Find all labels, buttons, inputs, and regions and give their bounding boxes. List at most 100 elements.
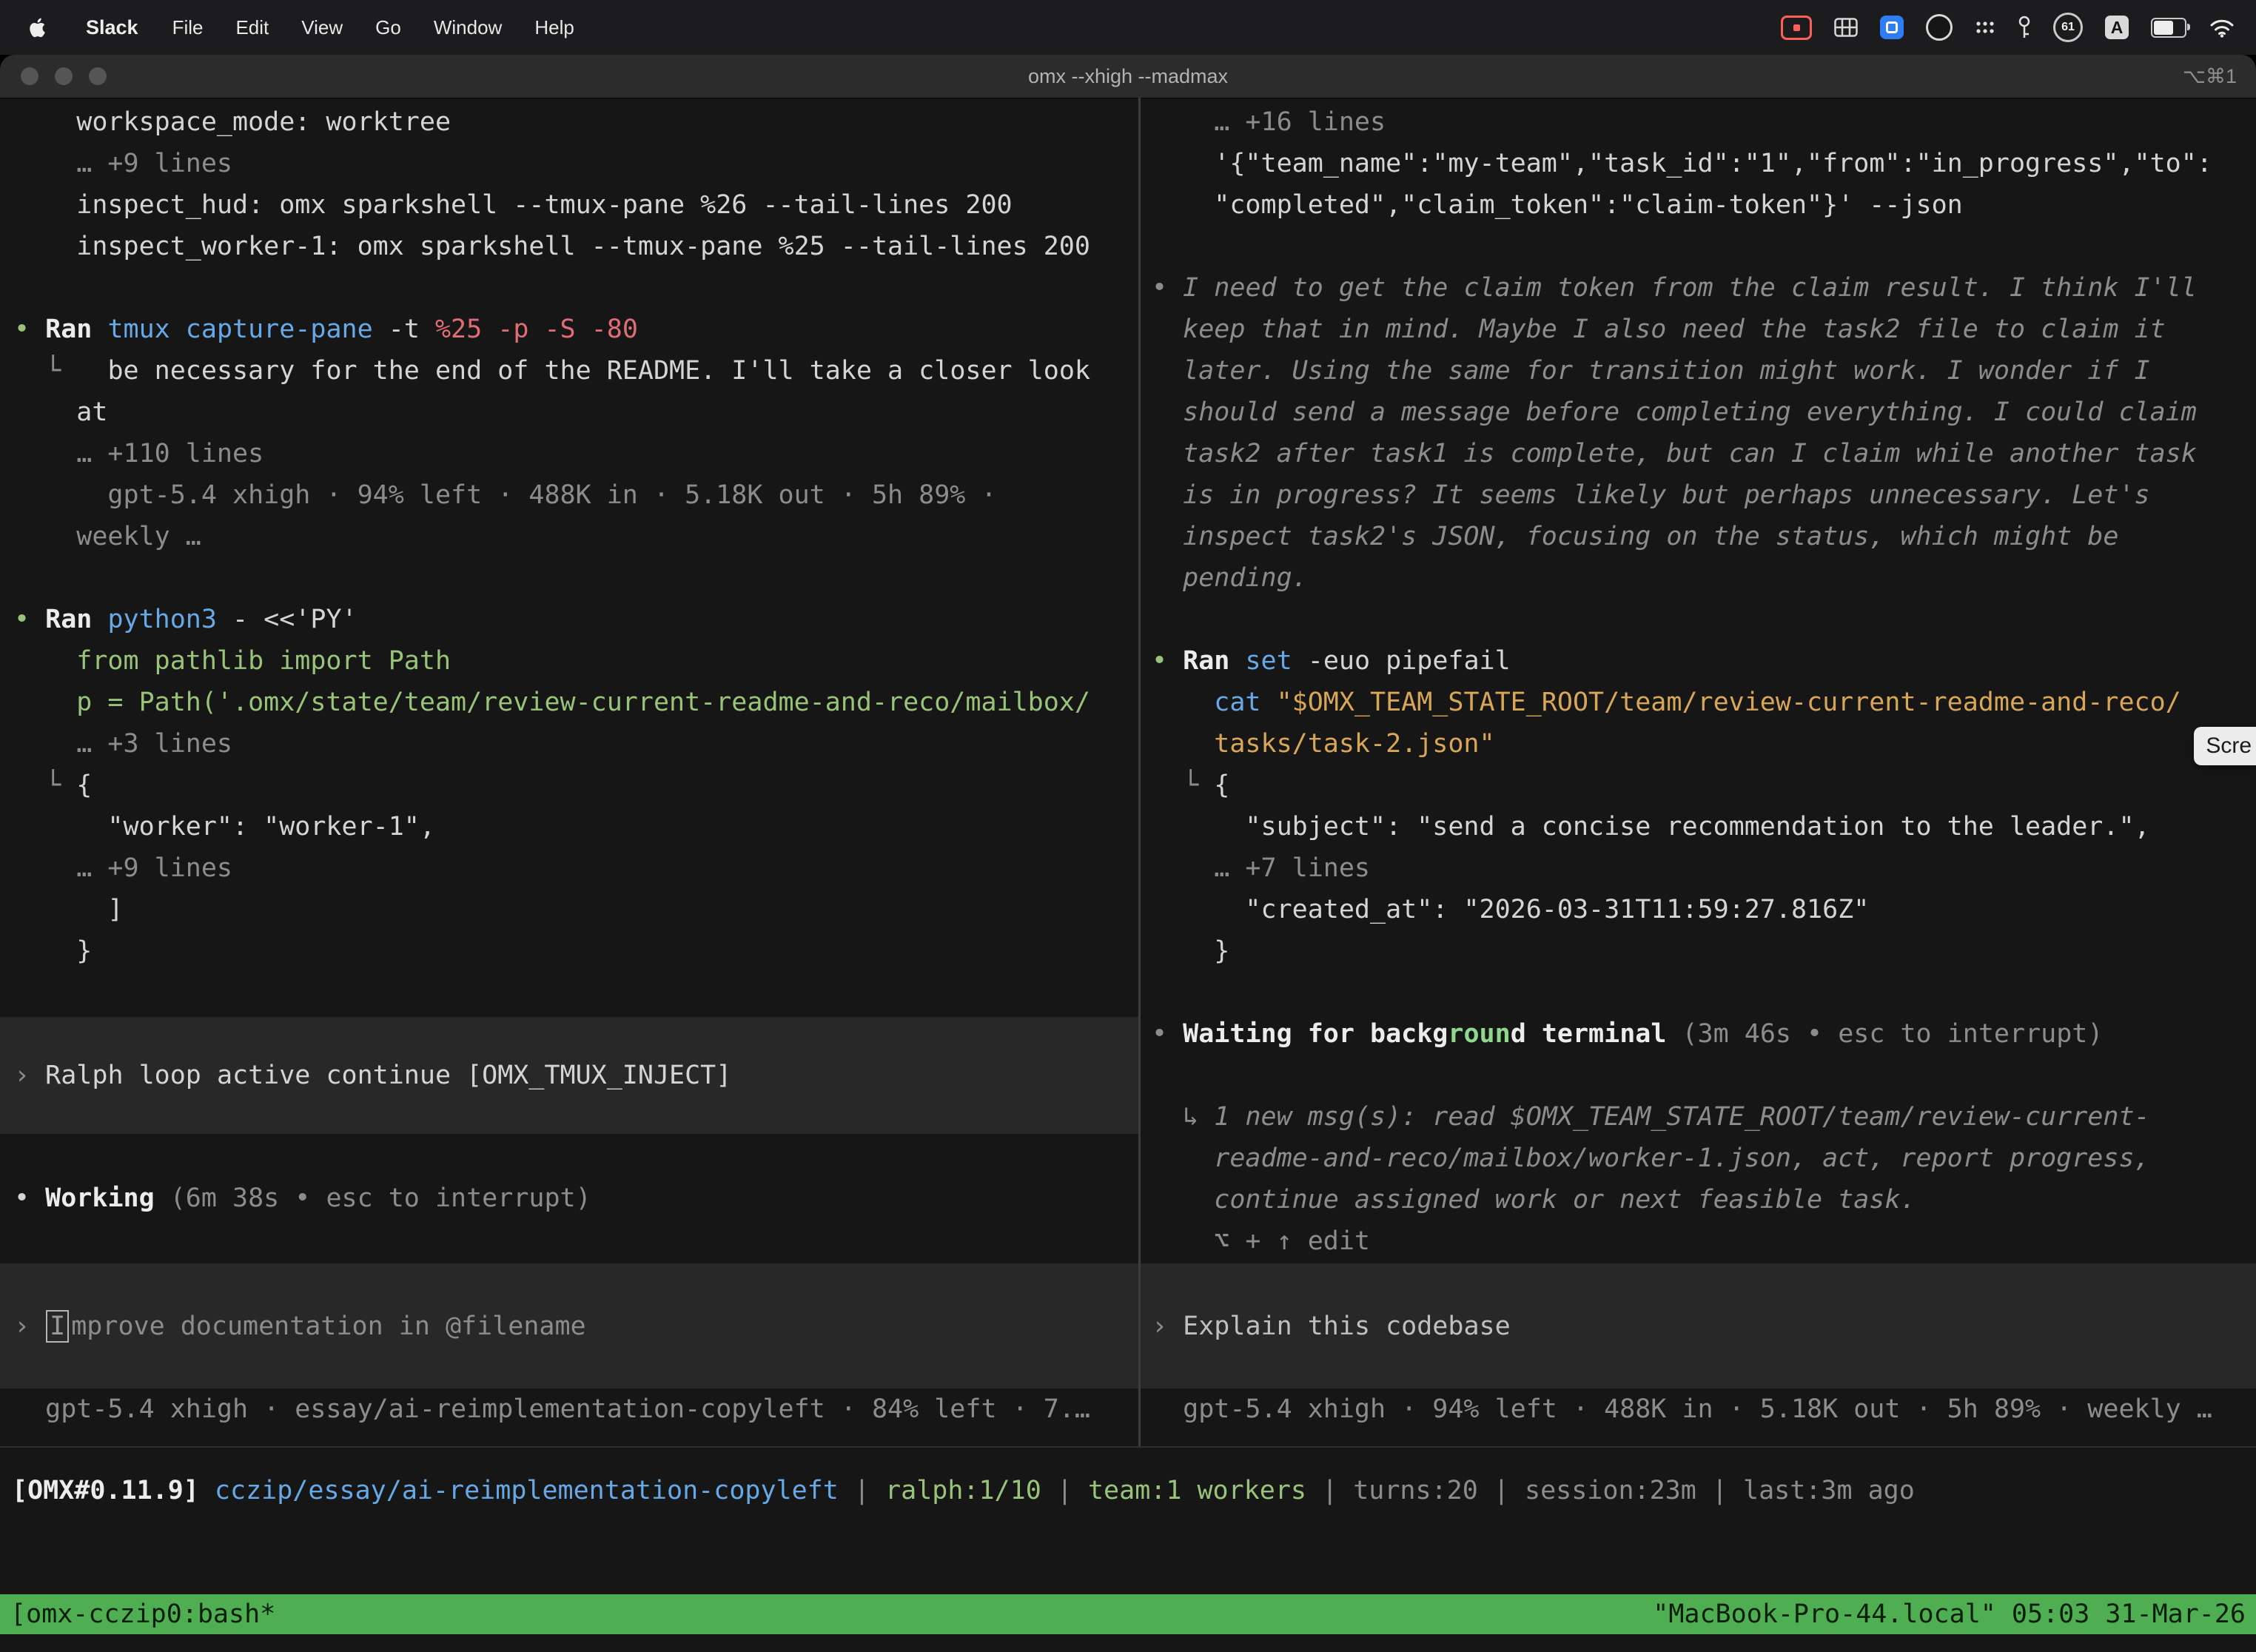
text-segment: | <box>839 1476 885 1505</box>
text-segment: Ran <box>45 605 107 634</box>
tmux-session-label: [omx-cczip0:bash* <box>10 1594 275 1635</box>
text-segment: task2 after task1 is complete, but can I… <box>1152 439 2197 469</box>
battery-icon[interactable] <box>2151 18 2186 38</box>
window-grid-icon[interactable] <box>1834 18 1858 37</box>
key-icon[interactable] <box>2018 16 2031 39</box>
text-segment: later. Using the same for transition mig… <box>1152 356 2150 386</box>
text-segment: } <box>14 936 92 966</box>
text-segment: "completed","claim_token":"claim-token"}… <box>1152 190 1963 220</box>
menu-file[interactable]: File <box>156 16 220 39</box>
text-segment: tmux capture-pane <box>107 315 388 344</box>
prompt-suggestion-strip[interactable]: › Explain this codebase <box>1141 1263 2256 1389</box>
terminal-line: readme-and-reco/mailbox/worker-1.json, a… <box>1141 1138 2256 1179</box>
terminal-line: … +3 lines <box>0 723 1138 765</box>
text-segment: - <<'PY' <box>232 605 357 634</box>
menu-view[interactable]: View <box>285 16 359 39</box>
text-segment: { <box>1214 770 1229 800</box>
round-app-icon[interactable] <box>1926 14 1953 41</box>
terminal-line: ] <box>0 889 1138 930</box>
text-segment: Waiting for backg <box>1183 1019 1448 1049</box>
terminal-line: p = Path('.omx/state/team/review-current… <box>0 682 1138 723</box>
prompt-suggestion-strip[interactable]: › Improve documentation in @filename <box>0 1263 1138 1389</box>
app-menu-slack[interactable]: Slack <box>68 16 156 39</box>
window-titlebar[interactable]: omx --xhigh --madmax ⌥⌘1 <box>0 55 2256 98</box>
menu-edit[interactable]: Edit <box>219 16 285 39</box>
text-segment: -euo pipefail <box>1308 646 1511 676</box>
text-segment: • <box>14 1183 45 1213</box>
terminal-line: inspect task2's JSON, focusing on the st… <box>1141 516 2256 557</box>
text-segment: ] <box>14 895 124 924</box>
terminal-line <box>1141 599 2256 640</box>
text-segment: session:23m <box>1525 1476 1696 1505</box>
text-segment: … +9 lines <box>14 149 232 178</box>
suggestion-line: › Explain this codebase <box>1141 1306 2256 1347</box>
pane-right[interactable]: … +16 lines '{"team_name":"my-team","tas… <box>1141 98 2256 1446</box>
terminal-line: workspace_mode: worktree <box>0 101 1138 143</box>
text-segment: … +3 lines <box>14 729 232 759</box>
terminal-line: is in progress? It seems likely but perh… <box>1141 474 2256 516</box>
text-segment: (6m 38s • esc to interrupt) <box>170 1183 591 1213</box>
text-segment: … +110 lines <box>14 439 263 469</box>
battery-percent-icon[interactable]: 61 <box>2053 13 2083 42</box>
text-segment: ⌥ + ↑ edit <box>1152 1226 1370 1256</box>
pane-left[interactable]: workspace_mode: worktree … +9 lines insp… <box>0 98 1138 1446</box>
text-segment: ↳ <box>1152 1102 1214 1132</box>
terminal-line: pending. <box>1141 557 2256 599</box>
screen-recording-icon[interactable] <box>1781 16 1812 40</box>
terminal-line: … +7 lines <box>1141 847 2256 889</box>
terminal-panes: workspace_mode: worktree … +9 lines insp… <box>0 98 2256 1448</box>
text-segment: inspect_hud: omx sparkshell --tmux-pane … <box>14 190 1013 220</box>
prompt-suggestion-strip[interactable]: › Ralph loop active continue [OMX_TMUX_I… <box>0 1017 1138 1134</box>
text-segment: at <box>14 397 107 427</box>
text-segment: • <box>1152 1019 1183 1049</box>
text-segment: keep that in mind. Maybe I also need the… <box>1152 315 2166 344</box>
terminal-line: └ { <box>0 765 1138 806</box>
dots-grid-icon[interactable] <box>1975 19 1995 36</box>
text-segment: Working <box>45 1183 170 1213</box>
omx-statusline: [OMX#0.11.9] cczip/essay/ai-reimplementa… <box>0 1470 2256 1511</box>
apple-menu-icon[interactable] <box>0 15 68 40</box>
wifi-icon[interactable] <box>2209 17 2235 38</box>
terminal-line <box>1141 972 2256 1013</box>
text-segment: › <box>14 1061 45 1090</box>
menu-go[interactable]: Go <box>359 16 417 39</box>
spacer <box>0 1219 1138 1263</box>
terminal-line: • Ran tmux capture-pane -t %25 -p -S -80 <box>0 309 1138 350</box>
text-segment: └ <box>14 770 76 800</box>
terminal-line: gpt-5.4 xhigh · 94% left · 488K in · 5.1… <box>0 474 1138 516</box>
terminal-line: should send a message before completing … <box>1141 392 2256 433</box>
spacer <box>0 1134 1138 1178</box>
text-segment: weekly … <box>14 522 201 551</box>
terminal-line: … +9 lines <box>0 143 1138 184</box>
terminal-line: keep that in mind. Maybe I also need the… <box>1141 309 2256 350</box>
terminal-line: ⌥ + ↑ edit <box>1141 1220 2256 1262</box>
blue-app-icon[interactable] <box>1880 16 1904 39</box>
text-segment: continue assigned work or next feasible … <box>1152 1185 1916 1215</box>
text-segment: Explain this codebase <box>1183 1312 1511 1341</box>
input-source-icon[interactable]: A <box>2105 16 2129 39</box>
text-segment: … +7 lines <box>1152 853 1370 883</box>
menu-help[interactable]: Help <box>518 16 590 39</box>
text-segment: "created_at": "2026-03-31T11:59:27.816Z" <box>1152 895 1869 924</box>
text-segment: › <box>1152 1312 1183 1341</box>
terminal-line: "completed","claim_token":"claim-token"}… <box>1141 184 2256 226</box>
text-segment: readme-and-reco/mailbox/worker-1.json, a… <box>1152 1144 2150 1173</box>
terminal-line: • Working (6m 38s • esc to interrupt) <box>0 1178 1138 1219</box>
terminal-line <box>1141 1055 2256 1096</box>
text-segment: (3m 46s • esc to interrupt) <box>1682 1019 2103 1049</box>
terminal-line: … +9 lines <box>0 847 1138 889</box>
text-segment: last:3m ago <box>1743 1476 1915 1505</box>
text-segment: inspect_worker-1: omx sparkshell --tmux-… <box>14 232 1090 261</box>
terminal-line: … +110 lines <box>0 433 1138 474</box>
menu-bar: Slack FileEditViewGoWindowHelp 61 A <box>0 0 2256 55</box>
text-segment: cczip/essay/ai-reimplementation-copyleft <box>215 1476 839 1505</box>
terminal-line: cat "$OMX_TEAM_STATE_ROOT/team/review-cu… <box>1141 682 2256 723</box>
menu-window[interactable]: Window <box>417 16 518 39</box>
terminal-line: tasks/task-2.json" <box>1141 723 2256 765</box>
terminal-line: gpt-5.4 xhigh · 94% left · 488K in · 5.1… <box>1141 1389 2256 1430</box>
terminal-line: • Ran python3 - <<'PY' <box>0 599 1138 640</box>
terminal-line: "subject": "send a concise recommendatio… <box>1141 806 2256 847</box>
text-segment: | <box>1478 1476 1525 1505</box>
text-segment: I need to get the claim token from the c… <box>1183 273 2197 303</box>
menu-items: FileEditViewGoWindowHelp <box>156 16 591 39</box>
